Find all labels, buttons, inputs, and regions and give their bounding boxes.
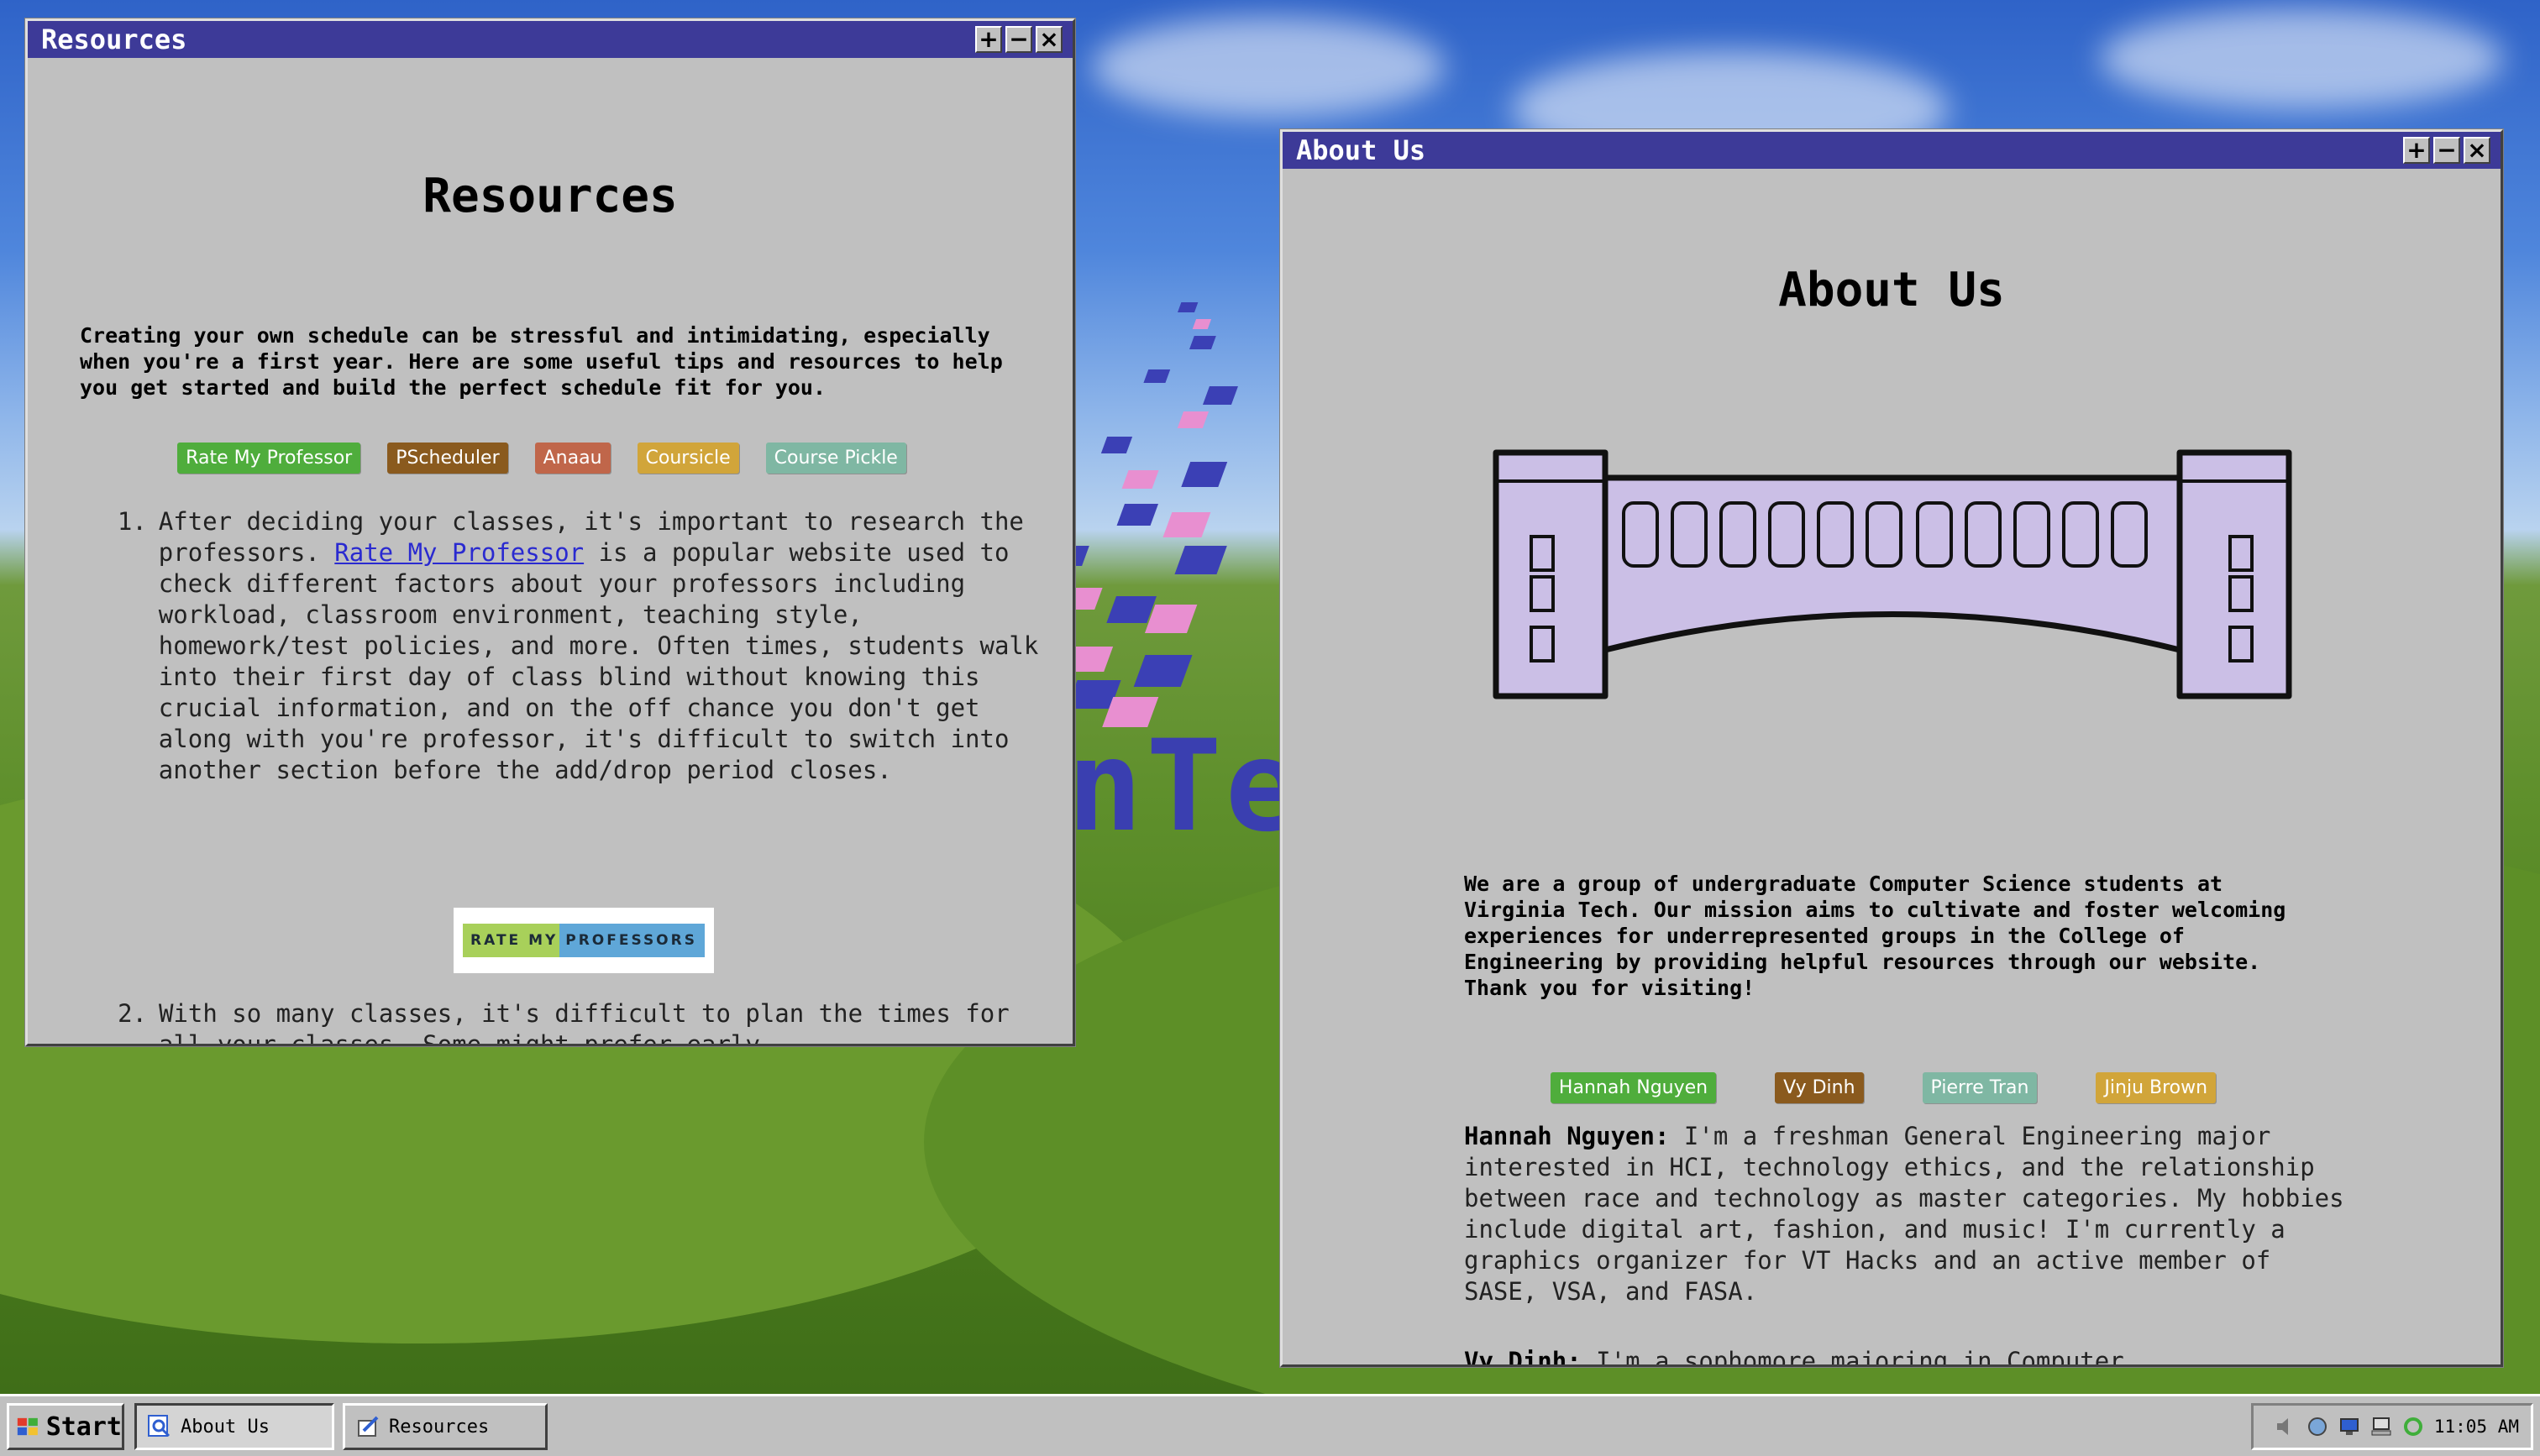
resources-window-title: Resources bbox=[41, 24, 187, 55]
bio-name: Vy Dinh: bbox=[1464, 1347, 1582, 1364]
sync-icon[interactable] bbox=[2402, 1416, 2424, 1438]
resources-intro: Creating your own schedule can be stress… bbox=[80, 323, 1003, 400]
desktop-logo-text: nTe bbox=[1067, 714, 1304, 860]
resources-titlebar[interactable]: Resources + − × bbox=[28, 21, 1073, 58]
list-marker: 2. bbox=[118, 999, 147, 1028]
minimize-button[interactable]: − bbox=[2433, 137, 2460, 164]
about-titlebar[interactable]: About Us + − × bbox=[1283, 132, 2501, 169]
rmp-logo[interactable]: RATE MY PROFESSORS bbox=[454, 908, 714, 973]
resources-link-buttons: Rate My Professor PScheduler Anaau Cours… bbox=[28, 443, 1073, 474]
rmp-logo-text: RATE MY PROFESSORS bbox=[470, 932, 697, 949]
clock[interactable]: 11:05 AM bbox=[2434, 1417, 2519, 1437]
about-intro: We are a group of undergraduate Computer… bbox=[1464, 872, 2286, 1000]
resources-content[interactable]: Resources Creating your own schedule can… bbox=[28, 58, 1073, 1044]
bio-name: Hannah Nguyen: bbox=[1464, 1122, 1670, 1150]
rate-my-professor-link[interactable]: Rate My Professor bbox=[334, 538, 584, 567]
about-window-title: About Us bbox=[1296, 134, 1426, 166]
about-heading: About Us bbox=[1778, 263, 2005, 317]
taskbar-label: About Us bbox=[181, 1416, 270, 1438]
about-window[interactable]: About Us + − × About Us We are a group o… bbox=[1280, 129, 2503, 1367]
close-button[interactable]: × bbox=[1036, 26, 1063, 53]
volume-icon[interactable] bbox=[2275, 1416, 2296, 1438]
taskbar-label: Resources bbox=[389, 1416, 490, 1438]
monitor-icon[interactable] bbox=[2338, 1416, 2360, 1438]
item1-text-post: is a popular website used to check diffe… bbox=[158, 538, 1039, 784]
pscheduler-button[interactable]: PScheduler bbox=[387, 443, 508, 474]
maximize-button[interactable]: + bbox=[2403, 137, 2430, 164]
course-pickle-button[interactable]: Course Pickle bbox=[765, 443, 906, 474]
burruss-hall-illustration bbox=[1493, 449, 2292, 699]
start-button[interactable]: Start bbox=[7, 1403, 124, 1450]
taskbar-button-about-us[interactable]: About Us bbox=[134, 1403, 334, 1450]
bio-text: I'm a sophomore majoring in Computer bbox=[1581, 1347, 2124, 1364]
taskbar-button-resources[interactable]: Resources bbox=[343, 1403, 548, 1450]
list-item: 1. After deciding your classes, it's imp… bbox=[97, 506, 1046, 786]
bio-vy: Vy Dinh: I'm a sophomore majoring in Com… bbox=[1464, 1346, 2346, 1364]
resources-window-controls: + − × bbox=[975, 26, 1063, 53]
list-marker: 1. bbox=[117, 507, 147, 536]
hannah-nguyen-button[interactable]: Hannah Nguyen bbox=[1550, 1072, 1717, 1103]
minimize-button[interactable]: − bbox=[1005, 26, 1032, 53]
pierre-tran-button[interactable]: Pierre Tran bbox=[1922, 1072, 2038, 1103]
about-window-controls: + − × bbox=[2403, 137, 2490, 164]
anaau-button[interactable]: Anaau bbox=[534, 443, 611, 474]
taskbar: Start About Us Resources 11:05 AM bbox=[0, 1394, 2540, 1456]
pen-document-icon bbox=[358, 1416, 379, 1437]
computer-icon[interactable] bbox=[2370, 1416, 2392, 1438]
start-label: Start bbox=[45, 1411, 122, 1442]
rate-my-professor-button[interactable]: Rate My Professor bbox=[177, 443, 361, 474]
vy-dinh-button[interactable]: Vy Dinh bbox=[1775, 1072, 1864, 1103]
windows-logo-icon bbox=[17, 1417, 38, 1436]
list-item: 2. With so many classes, it's difficult … bbox=[97, 998, 1046, 1044]
item2-text: With so many classes, it's difficult to … bbox=[159, 999, 1010, 1044]
resources-window[interactable]: Resources + − × Resources Creating your … bbox=[25, 18, 1075, 1046]
network-icon[interactable] bbox=[2306, 1416, 2328, 1438]
resources-heading: Resources bbox=[422, 169, 678, 223]
close-button[interactable]: × bbox=[2464, 137, 2490, 164]
system-tray: 11:05 AM bbox=[2251, 1403, 2533, 1450]
search-icon bbox=[148, 1415, 171, 1438]
about-content[interactable]: About Us We are a group of undergraduate… bbox=[1283, 169, 2501, 1364]
coursicle-button[interactable]: Coursicle bbox=[637, 443, 739, 474]
bio-hannah: Hannah Nguyen: I'm a freshman General En… bbox=[1464, 1121, 2346, 1307]
maximize-button[interactable]: + bbox=[975, 26, 1002, 53]
item1-text: After deciding your classes, it's import… bbox=[159, 506, 1046, 786]
team-member-buttons: Hannah Nguyen Vy Dinh Pierre Tran Jinju … bbox=[1283, 1072, 2501, 1103]
jinju-brown-button[interactable]: Jinju Brown bbox=[2096, 1072, 2217, 1103]
